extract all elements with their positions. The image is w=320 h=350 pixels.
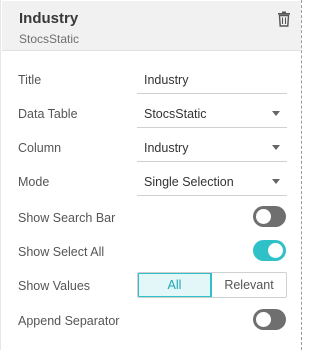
show-select-all-label: Show Select All <box>18 245 105 259</box>
panel-subtitle: StocsStatic <box>19 32 80 46</box>
show-values-segmented: All Relevant <box>137 272 287 298</box>
trash-icon[interactable] <box>277 11 291 27</box>
append-separator-label: Append Separator <box>18 314 120 328</box>
append-separator-toggle[interactable] <box>253 309 286 330</box>
column-value: Industry <box>144 141 189 155</box>
title-label: Title <box>18 73 42 87</box>
caret-down-icon <box>272 111 280 116</box>
mode-label: Mode <box>18 175 50 189</box>
show-values-all-button[interactable]: All <box>138 273 212 297</box>
settings-panel: Industry StocsStatic Title Data Table St… <box>0 0 302 350</box>
show-values-row: Show Values All Relevant <box>1 272 301 302</box>
data-table-label: Data Table <box>18 107 78 121</box>
show-search-bar-toggle[interactable] <box>253 206 286 227</box>
mode-select[interactable]: Single Selection <box>137 168 287 196</box>
show-select-all-toggle[interactable] <box>253 240 286 261</box>
toggle-knob <box>256 312 271 327</box>
panel-title: Industry <box>19 10 79 27</box>
show-search-bar-label: Show Search Bar <box>18 211 116 225</box>
mode-row: Mode Single Selection <box>1 168 301 198</box>
show-select-all-row: Show Select All <box>1 238 301 268</box>
title-input[interactable] <box>137 66 287 94</box>
show-values-relevant-button[interactable]: Relevant <box>212 273 286 297</box>
column-select[interactable]: Industry <box>137 134 287 162</box>
show-values-label: Show Values <box>18 279 91 293</box>
column-row: Column Industry <box>1 134 301 164</box>
caret-down-icon <box>272 145 280 150</box>
panel-header: Industry StocsStatic <box>2 1 301 51</box>
show-search-bar-row: Show Search Bar <box>1 204 301 234</box>
toggle-knob <box>256 209 271 224</box>
append-separator-row: Append Separator <box>1 307 301 337</box>
column-label: Column <box>18 141 62 155</box>
toggle-knob <box>268 243 283 258</box>
title-row: Title <box>1 66 301 96</box>
data-table-row: Data Table StocsStatic <box>1 100 301 130</box>
data-table-value: StocsStatic <box>144 107 207 121</box>
data-table-select[interactable]: StocsStatic <box>137 100 287 128</box>
mode-value: Single Selection <box>144 175 234 189</box>
caret-down-icon <box>272 179 280 184</box>
